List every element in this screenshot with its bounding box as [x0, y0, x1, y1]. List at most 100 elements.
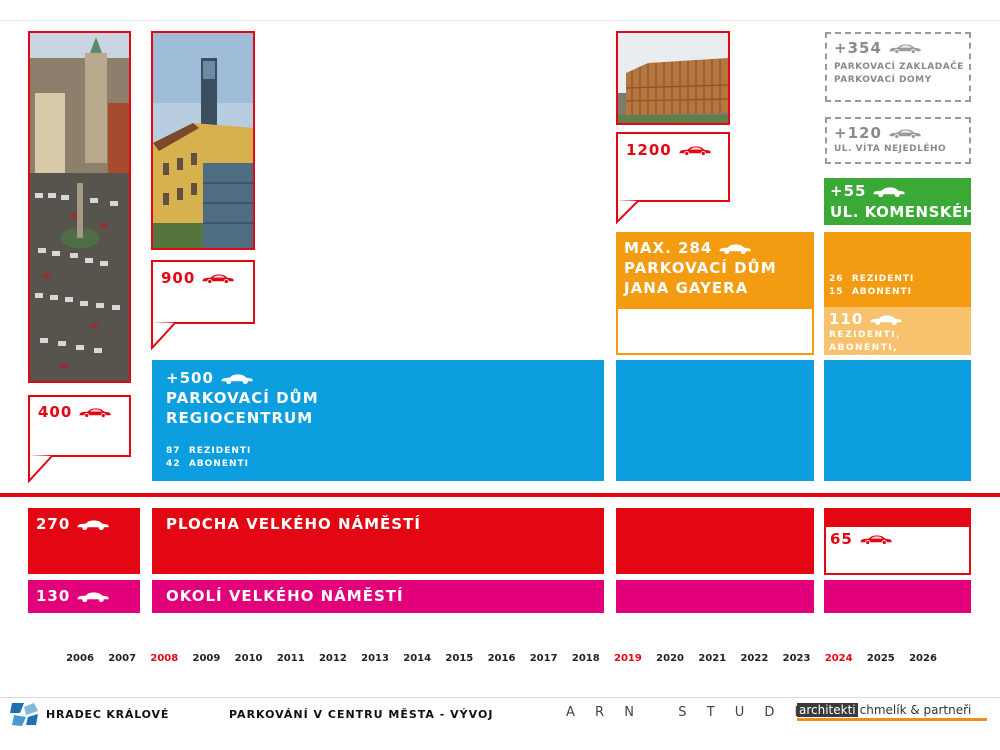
future-nejedleho: +120 UL. VÍTA NEJEDLÉHO: [825, 117, 971, 164]
regiocentrum-label-2: REGIOCENTRUM: [166, 409, 314, 427]
block-surround-label: OKOLÍ VELKÉHO NÁMĚSTÍ: [152, 580, 604, 613]
block-surround-2019: [616, 580, 814, 613]
divider-line: [0, 493, 1000, 497]
car-icon: [220, 373, 254, 384]
year-label: 2014: [403, 653, 432, 664]
callout-400: 400: [28, 395, 131, 457]
car-icon: [78, 407, 112, 418]
year-label: 2013: [361, 653, 389, 664]
future-zakladace: +354 PARKOVACÍ ZAKLADAČE PARKOVACÍ DOMY: [825, 32, 971, 102]
footer-title: PARKOVÁNÍ V CENTRU MĚSTA - VÝVOJ: [229, 708, 494, 721]
year-label: 2007: [108, 653, 137, 664]
car-icon: [888, 43, 922, 54]
surround-count: 130: [36, 587, 71, 605]
block-2024-orange: 26 REZIDENTI 15 ABONENTI: [824, 232, 971, 307]
partner-logo-b: chmelík & partneři: [859, 703, 972, 717]
nejedleho-label: UL. VÍTA NEJEDLÉHO: [834, 144, 947, 154]
partner-logo-underline: [797, 718, 987, 721]
block-blue-2019: [616, 360, 814, 481]
square-label: PLOCHA VELKÉHO NÁMĚSTÍ: [166, 515, 421, 533]
regiocentrum-count: +500: [166, 369, 214, 387]
block-square-2024: 65: [824, 508, 971, 575]
year-label: 2021: [698, 653, 727, 664]
footer-rule: [0, 697, 1000, 698]
callout-900-count: 900: [161, 269, 196, 287]
orange-2024-subscribers-count: 15: [829, 287, 844, 297]
car-icon: [678, 145, 712, 156]
car-icon: [76, 591, 110, 602]
year-label: 2019: [614, 653, 642, 664]
year-label: 2008: [150, 653, 179, 664]
komenskeho-label: UL. KOMENSKÉHO: [830, 203, 990, 221]
photo-regiocentrum: [151, 31, 255, 250]
year-label: 2023: [782, 653, 811, 664]
year-label: 2012: [318, 653, 347, 664]
year-label: 2016: [487, 653, 516, 664]
year-label: 2018: [571, 653, 600, 664]
nejedleho-count: +120: [834, 124, 882, 142]
photo-gayer: [616, 31, 730, 125]
year-label: 2010: [234, 653, 263, 664]
gayer-count: MAX. 284: [624, 239, 713, 257]
regiocentrum-residents-count: 87: [166, 446, 181, 456]
callout-900: 900: [151, 260, 255, 324]
zakladace-count: +354: [834, 39, 882, 57]
block-square-count: 270: [28, 508, 140, 574]
komenskeho-count: +55: [830, 182, 867, 200]
zakladace-label-1: PARKOVACÍ ZAKLADAČE: [834, 62, 964, 72]
orange-2024-residents-label: REZIDENTI: [851, 274, 915, 284]
regiocentrum-residents-label: REZIDENTI: [188, 446, 252, 456]
block-square-2019: [616, 508, 814, 574]
block-komenskeho: +55 UL. KOMENSKÉHO: [824, 178, 989, 225]
year-label: 2020: [656, 653, 685, 664]
square-2024-reduced: 65: [826, 527, 969, 573]
block-square-label: PLOCHA VELKÉHO NÁMĚSTÍ: [152, 508, 604, 574]
gayer-unused-capacity: [618, 309, 812, 353]
block-blue-2024: [824, 360, 971, 481]
year-label: 2025: [866, 653, 895, 664]
year-label: 2022: [740, 653, 769, 664]
year-label: 2017: [529, 653, 558, 664]
light-2024-count: 110: [829, 310, 864, 328]
callout-tail: [151, 322, 176, 350]
square-2024-count: 65: [830, 530, 853, 548]
gayer-label-2: JANA GAYERA: [624, 279, 749, 297]
callout-1200: 1200: [616, 132, 730, 202]
car-icon: [888, 128, 922, 139]
square-count: 270: [36, 515, 71, 533]
top-rule: [0, 20, 1000, 21]
regiocentrum-subscribers-label: ABONENTI: [188, 459, 249, 469]
surround-label: OKOLÍ VELKÉHO NÁMĚSTÍ: [166, 587, 404, 605]
orange-2024-subscribers-label: ABONENTI: [851, 287, 912, 297]
block-surround-2024: [824, 580, 971, 613]
year-label: 2024: [824, 653, 853, 664]
callout-1200-count: 1200: [626, 141, 672, 159]
city-logo-icon: [10, 701, 40, 727]
footer-city: HRADEC KRÁLOVÉ: [46, 708, 170, 721]
gayer-label-1: PARKOVACÍ DŮM: [624, 259, 777, 277]
callout-400-count: 400: [38, 403, 73, 421]
car-icon: [859, 534, 893, 545]
block-regiocentrum: +500 PARKOVACÍ DŮM REGIOCENTRUM 87 REZID…: [152, 360, 604, 481]
regiocentrum-subscribers-count: 42: [166, 459, 181, 469]
year-label: 2015: [445, 653, 474, 664]
regiocentrum-label-1: PARKOVACÍ DŮM: [166, 389, 319, 407]
zakladace-label-2: PARKOVACÍ DOMY: [834, 75, 932, 85]
car-icon: [718, 243, 752, 254]
car-icon: [872, 186, 906, 197]
callout-tail: [28, 455, 53, 483]
block-surround-count: 130: [28, 580, 140, 613]
callout-tail: [616, 200, 639, 224]
block-2024-light: 110 REZIDENTI, ABONENTI, NÁVŠTĚVY: [824, 307, 971, 366]
orange-2024-residents-count: 26: [829, 274, 844, 284]
light-2024-label-1: REZIDENTI, ABONENTI,: [829, 330, 902, 353]
car-icon: [201, 273, 235, 284]
partner-logo-a: architekti: [797, 703, 858, 717]
photo-velke-namesti: [28, 31, 131, 383]
year-label: 2011: [276, 653, 305, 664]
year-label: 2009: [192, 653, 221, 664]
block-gayer: MAX. 284 PARKOVACÍ DŮM JANA GAYERA: [616, 232, 814, 355]
car-icon: [869, 314, 903, 325]
year-label: 2006: [66, 653, 94, 664]
year-label: 2026: [909, 653, 937, 664]
